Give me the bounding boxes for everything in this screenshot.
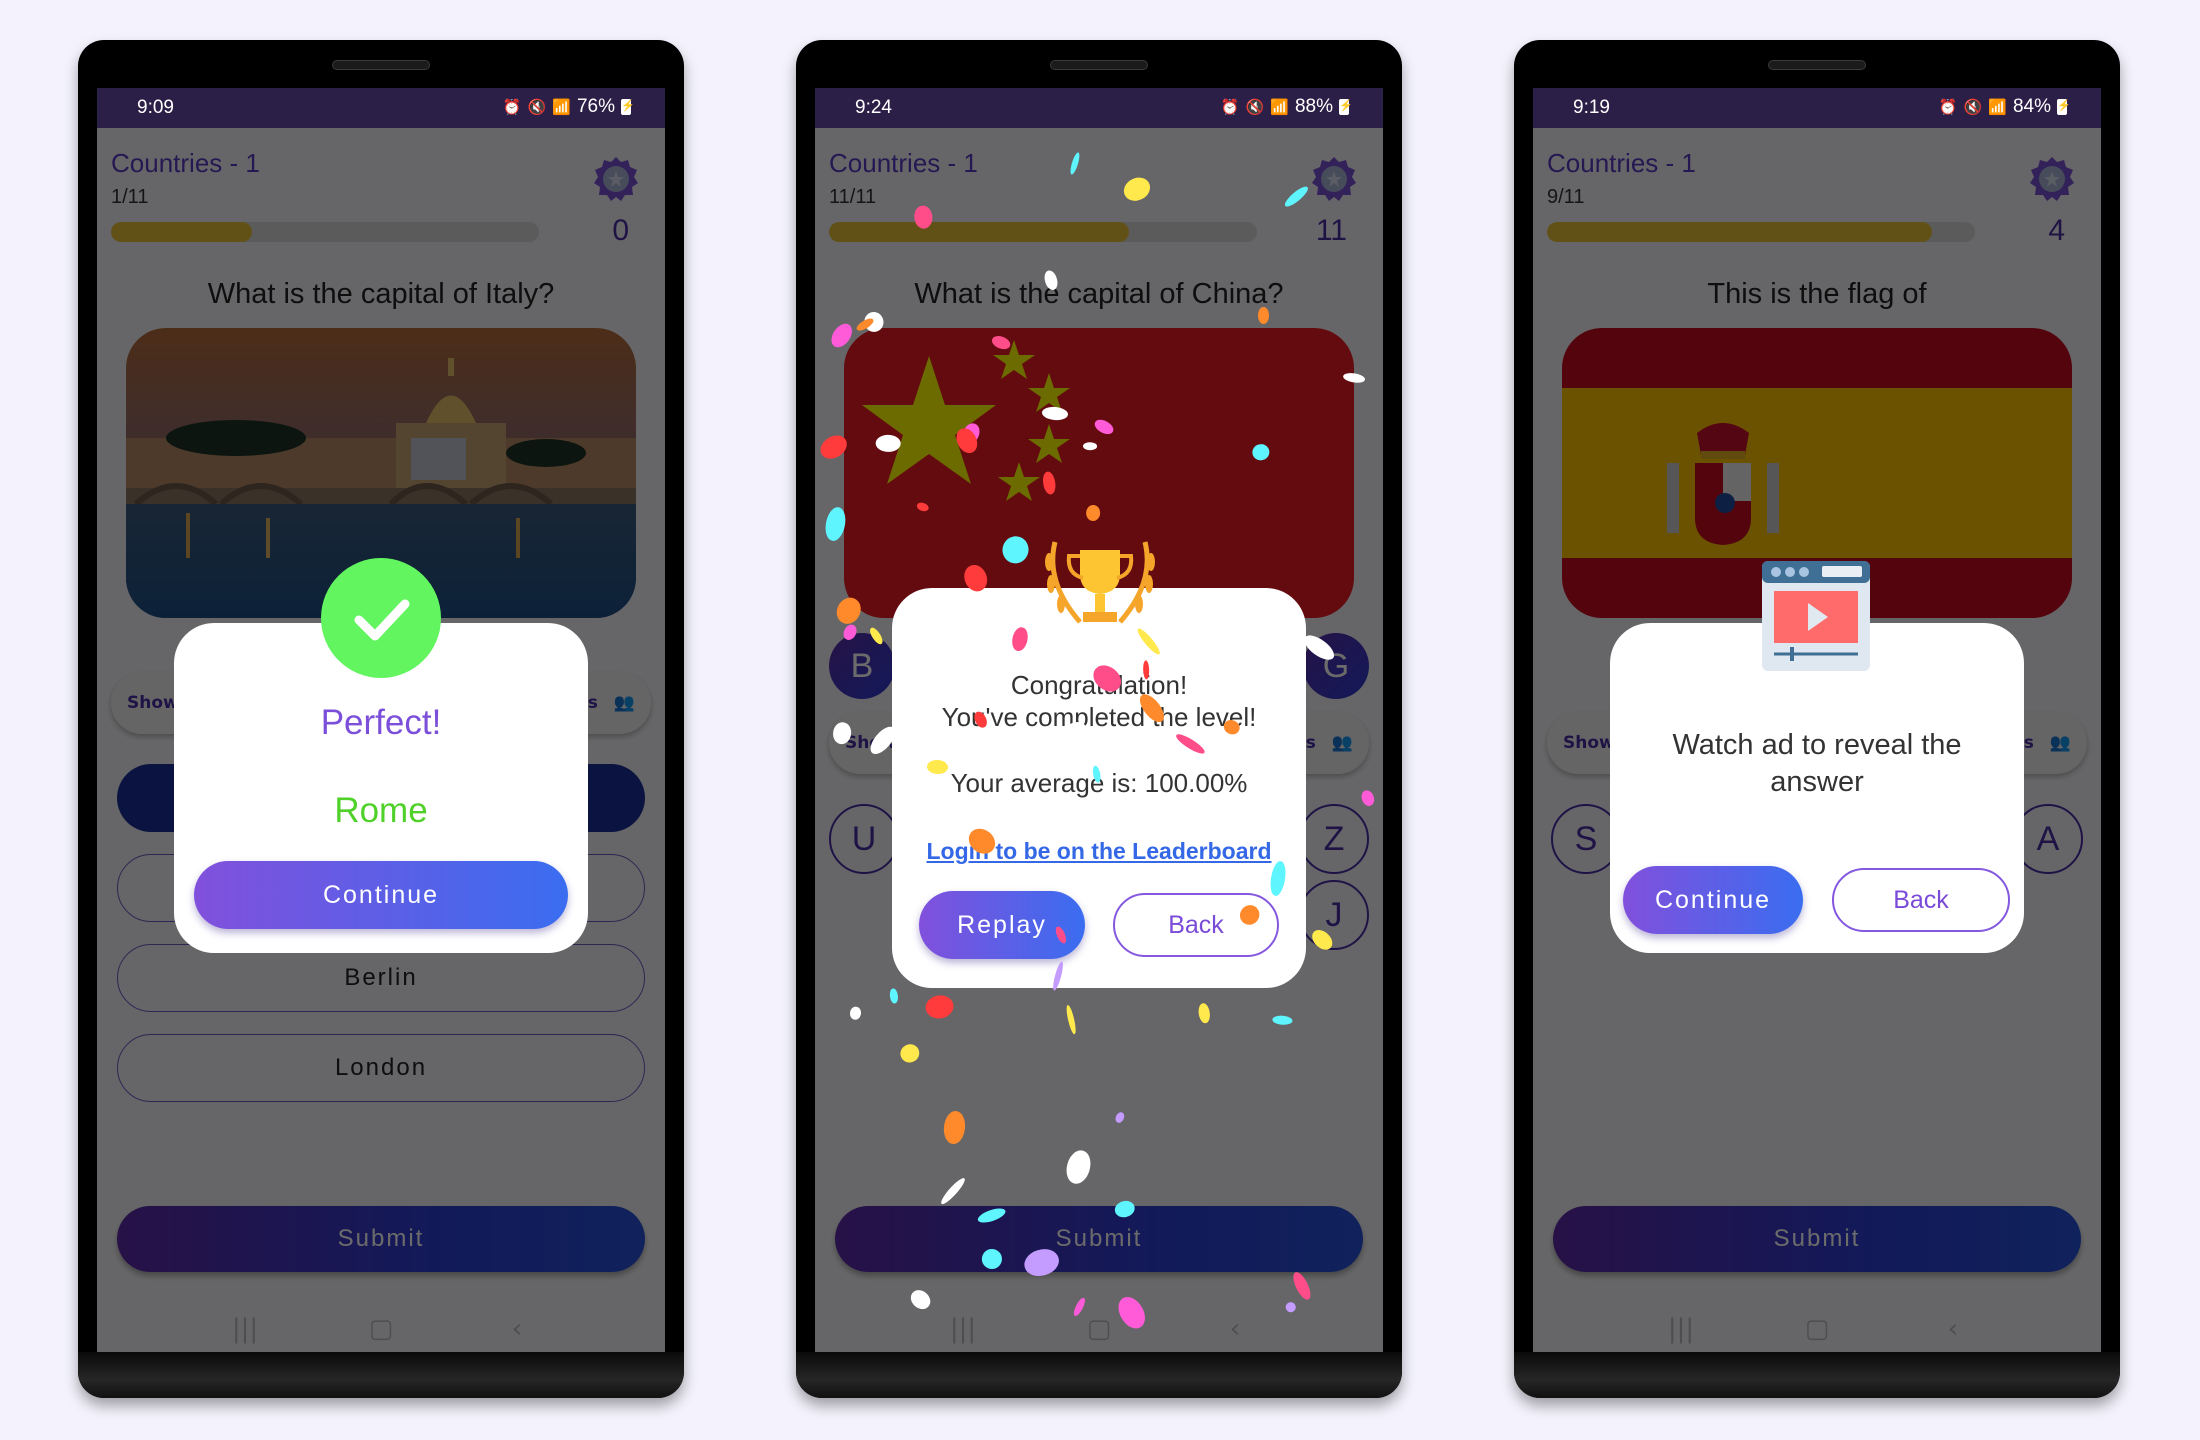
battery-percent: 84% [2012, 96, 2051, 117]
trophy-icon [1045, 541, 1155, 624]
wifi-icon: 📶 [552, 99, 571, 116]
confetti-piece [1083, 441, 1098, 450]
back-button[interactable]: Back [1832, 868, 2010, 932]
wifi-icon: 📶 [1270, 99, 1289, 116]
status-bar: 9:24 ⏰ 🔇 📶 88% [815, 88, 1383, 128]
check-icon [321, 558, 441, 678]
status-time: 9:09 [137, 97, 174, 118]
dialog-heading: Perfect! [320, 703, 442, 742]
screen: 9:19 ⏰ 🔇 📶 84% Countries - 1 9/11 4 This… [1533, 88, 2101, 1352]
battery-charging-icon [1339, 99, 1353, 115]
completed-line: You've completed the level! [941, 702, 1257, 732]
mute-icon: 🔇 [1245, 99, 1265, 116]
earpiece-speaker [1050, 60, 1148, 70]
level-complete-dialog: Congratulation! You've completed the lev… [892, 588, 1306, 988]
phone-1: 9:09 ⏰ 🔇 📶 76% Countries - 1 1/11 0 What… [78, 40, 684, 1398]
phone-2: 9:24 ⏰ 🔇 📶 88% Countries - 1 11/11 11 Wh… [796, 40, 1402, 1398]
watch-ad-dialog: Watch ad to reveal the answer Continue B… [1610, 623, 2024, 953]
continue-button[interactable]: Continue [194, 861, 568, 929]
dialog-answer: Rome [334, 791, 428, 830]
battery-percent: 76% [576, 96, 615, 117]
battery-percent: 88% [1294, 96, 1333, 117]
confetti-piece [875, 434, 901, 452]
login-leaderboard-link[interactable]: Login to be on the Leaderboard [892, 838, 1306, 865]
screen: 9:09 ⏰ 🔇 📶 76% Countries - 1 1/11 0 What… [97, 88, 665, 1352]
watch-ad-message: Watch ad to reveal the answer [1672, 729, 1962, 798]
continue-button[interactable]: Continue [1623, 866, 1803, 934]
mute-icon: 🔇 [527, 99, 547, 116]
phone-3: 9:19 ⏰ 🔇 📶 84% Countries - 1 9/11 4 This… [1514, 40, 2120, 1398]
status-time: 9:24 [855, 97, 892, 118]
wifi-icon: 📶 [1988, 99, 2007, 116]
alarm-icon: ⏰ [502, 99, 522, 116]
video-ad-icon [1762, 561, 1870, 671]
alarm-icon: ⏰ [1220, 99, 1240, 116]
mute-icon: 🔇 [1963, 99, 1983, 116]
battery-charging-icon [2057, 99, 2071, 115]
screen: 9:24 ⏰ 🔇 📶 88% Countries - 1 11/11 11 Wh… [815, 88, 1383, 1352]
status-time: 9:19 [1573, 97, 1610, 118]
back-button[interactable]: Back [1113, 893, 1279, 957]
alarm-icon: ⏰ [1938, 99, 1958, 116]
confetti-piece [1257, 306, 1269, 325]
earpiece-speaker [1768, 60, 1866, 70]
replay-button[interactable]: Replay [919, 891, 1085, 959]
status-bar: 9:19 ⏰ 🔇 📶 84% [1533, 88, 2101, 128]
battery-charging-icon [621, 99, 635, 115]
status-bar: 9:09 ⏰ 🔇 📶 76% [97, 88, 665, 128]
earpiece-speaker [332, 60, 430, 70]
